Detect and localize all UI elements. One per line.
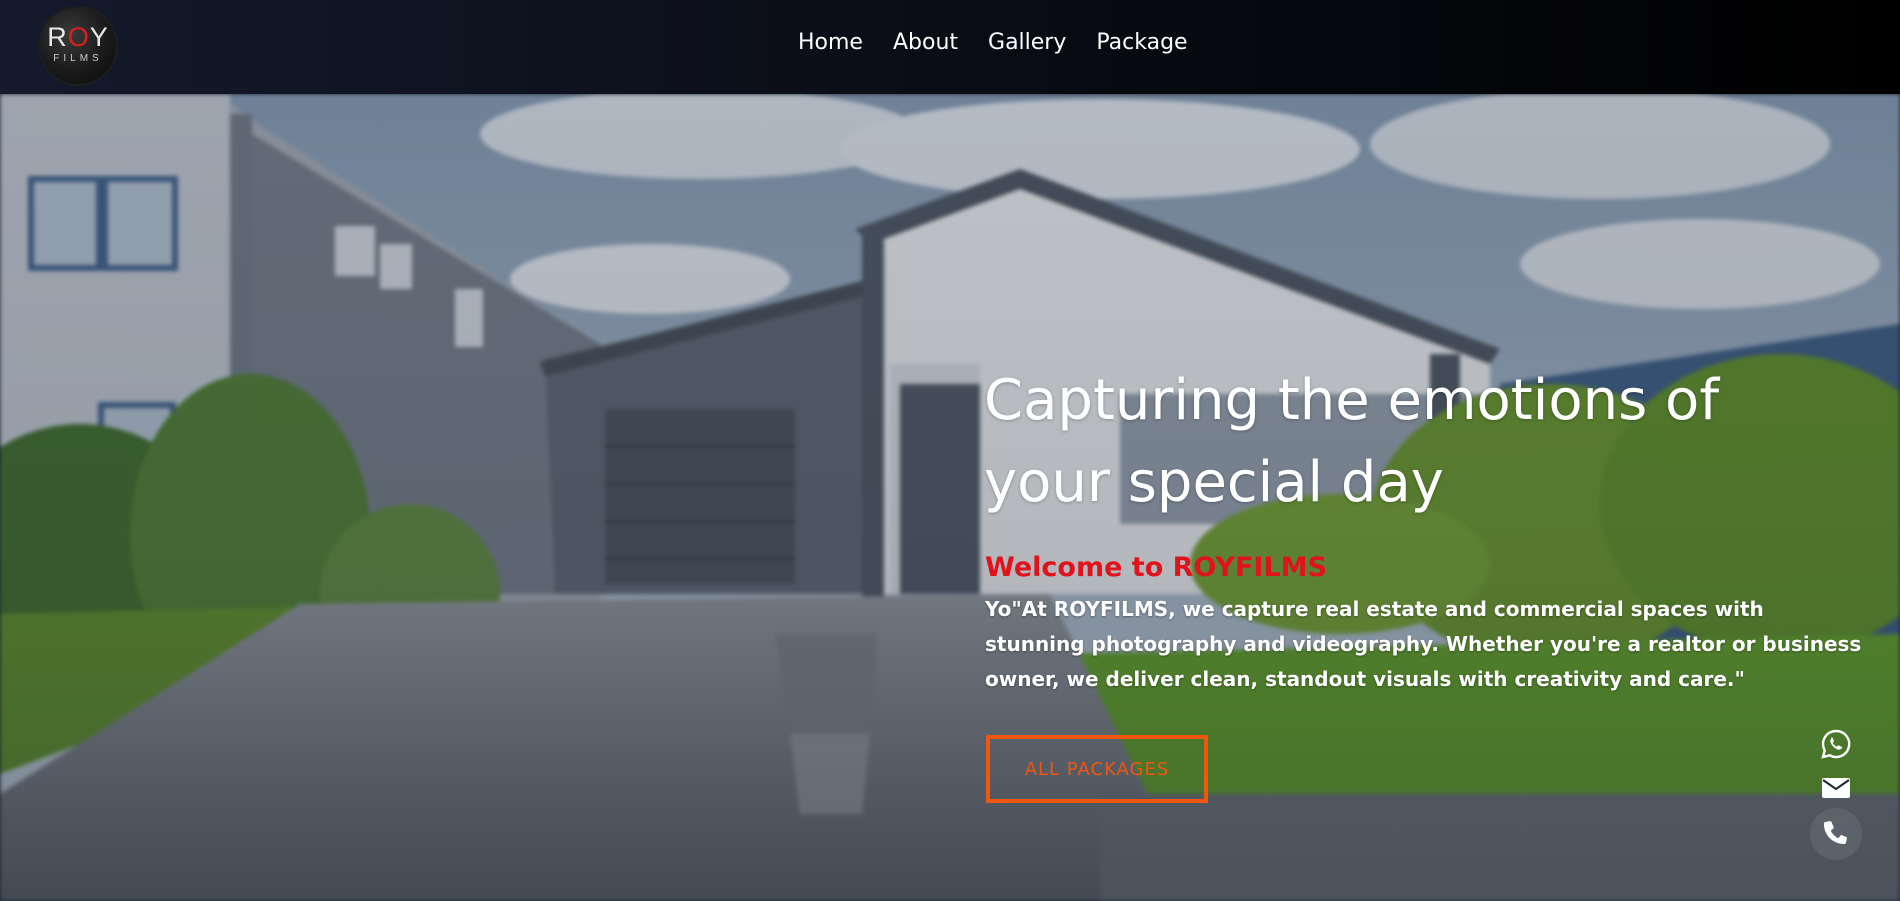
nav-gallery[interactable]: Gallery [988, 30, 1066, 55]
all-packages-button[interactable]: ALL PACKAGES [986, 735, 1208, 803]
navbar: ROY FILMS Home About Gallery Package [0, 0, 1900, 94]
royfilms-logo[interactable]: ROY FILMS [40, 8, 116, 84]
hero-description: Yo"At ROYFILMS, we capture real estate a… [985, 597, 1862, 691]
hero-headline: Capturing the emotions of your special d… [984, 360, 1804, 524]
main-nav: Home About Gallery Package [798, 30, 1188, 55]
whatsapp-icon[interactable] [1820, 728, 1852, 760]
hero-headline-line1: Capturing the emotions of [984, 368, 1720, 433]
floating-contact-bar [1810, 728, 1862, 860]
envelope-icon[interactable] [1820, 772, 1852, 804]
nav-package[interactable]: Package [1096, 30, 1187, 55]
hero-headline-line2: your special day [984, 450, 1444, 515]
nav-about[interactable]: About [893, 30, 958, 55]
nav-home[interactable]: Home [798, 30, 863, 55]
phone-button-glow [1810, 808, 1862, 860]
logo-subtitle: FILMS [53, 53, 103, 64]
logo-wordmark: ROY [47, 22, 109, 52]
welcome-heading: Welcome to ROYFILMS [985, 552, 1327, 583]
